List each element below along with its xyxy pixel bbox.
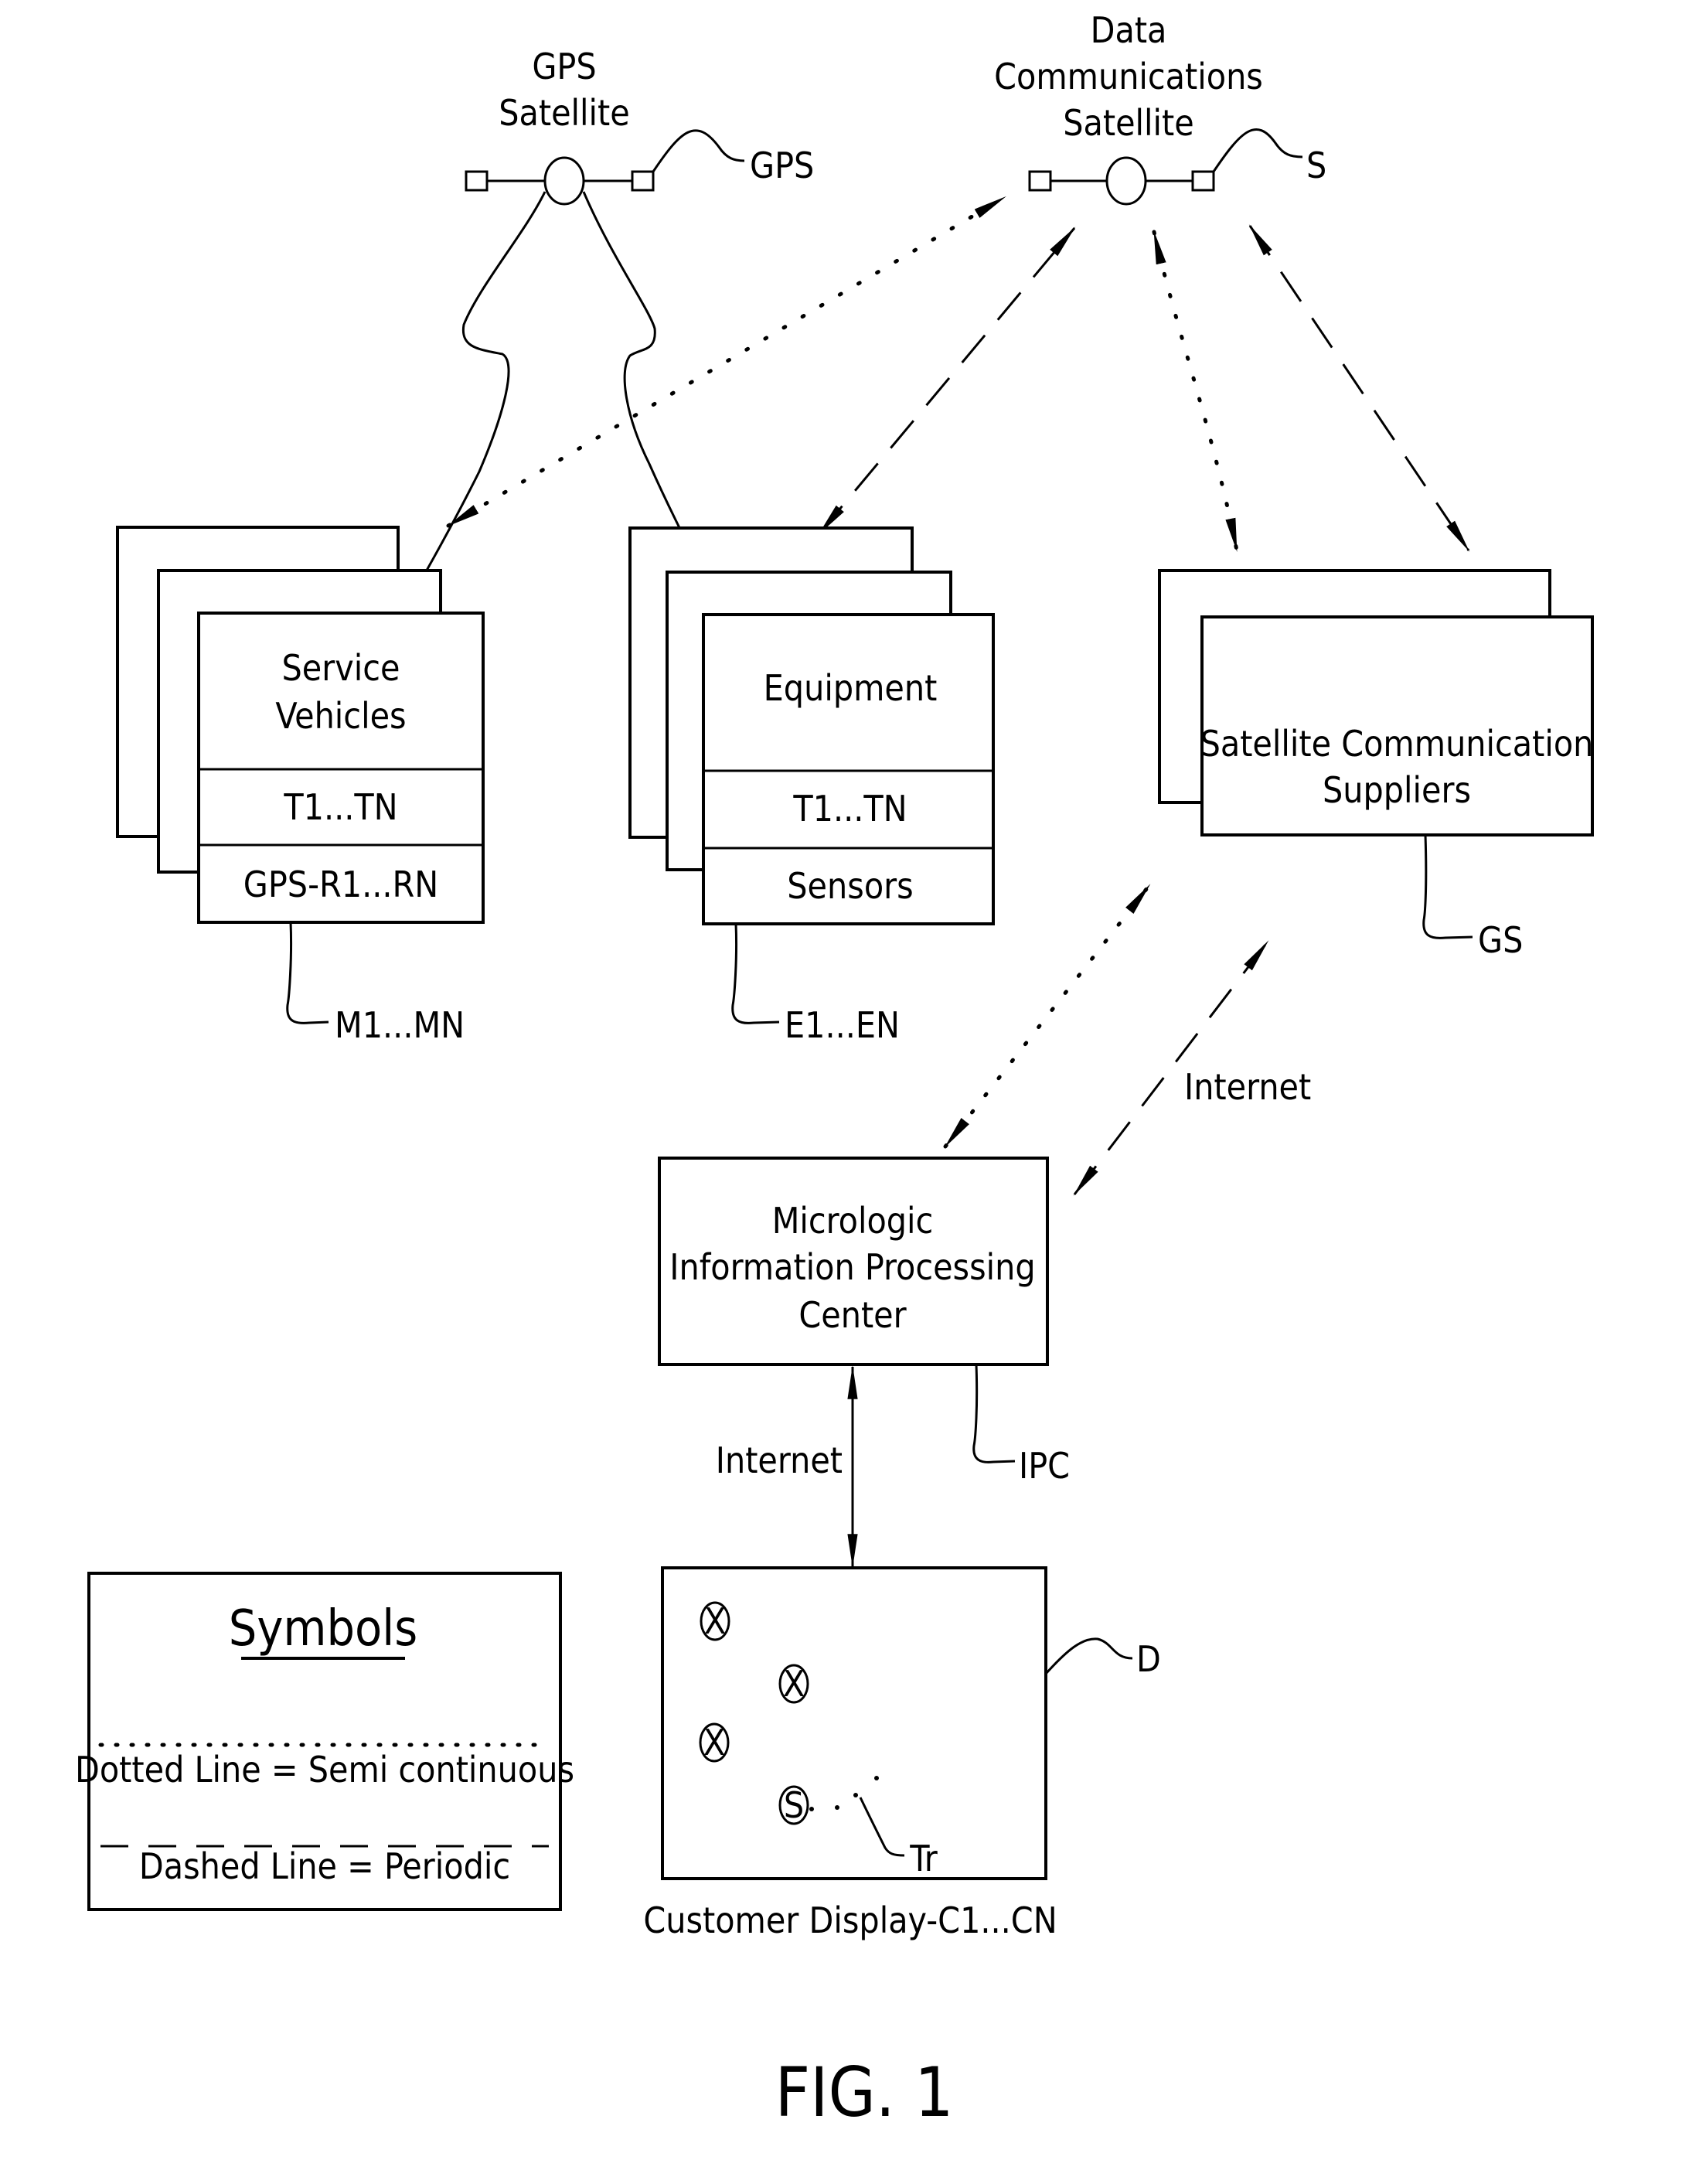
equipment-title: Equipment: [764, 667, 938, 709]
marker-s-icon: S: [784, 1784, 804, 1826]
sat-comm-suppliers-block: Satellite Communication Suppliers GS: [1158, 569, 1594, 961]
satellite-icon: [1028, 156, 1215, 206]
legend-title: Symbols: [229, 1600, 418, 1658]
figure-label: FIG. 1: [775, 2053, 954, 2132]
dashed-link-suppliers-satellite: [1248, 224, 1470, 552]
gs-ref-label: GS: [1478, 919, 1523, 961]
system-diagram: GPS Satellite GPS Data Communications Sa…: [75, 9, 1594, 2132]
e-ref-leader: [731, 923, 780, 1024]
d-ref-label: D: [1136, 1638, 1161, 1680]
gps-ref-leader: [652, 129, 745, 172]
m-ref-label: M1...MN: [335, 1004, 465, 1046]
gps-ref-label: GPS: [750, 145, 814, 186]
symbols-legend: Symbols Dotted Line = Semi continuous Da…: [75, 1572, 574, 1911]
s-ref-label: S: [1306, 145, 1326, 186]
gps-satellite-title-2: Satellite: [499, 92, 630, 134]
data-comm-title-3: Satellite: [1063, 102, 1194, 144]
ipc-block: Micrologic Information Processing Center…: [658, 1157, 1070, 1487]
customer-display-caption: Customer Display-C1...CN: [643, 1900, 1057, 1941]
m-ref-leader: [286, 922, 329, 1024]
ipc-ref-leader: [972, 1364, 1016, 1463]
gps-signal-to-vehicles: [393, 191, 546, 629]
equipment-block: Equipment T1...TN Sensors E1...EN: [628, 526, 995, 1046]
service-vehicles-title-2: Vehicles: [275, 695, 406, 737]
service-vehicles-gps-receivers: GPS-R1...RN: [243, 864, 438, 905]
vehicle-marker-2: X: [778, 1663, 809, 1705]
satellite-icon: [465, 156, 655, 206]
dotted-link-vehicles-satellite: [446, 195, 1007, 528]
data-comm-satellite: Data Communications Satellite S: [994, 9, 1326, 206]
service-vehicles-title-1: Service: [282, 647, 400, 689]
data-comm-title-2: Communications: [994, 56, 1263, 97]
vehicle-marker-3: X: [699, 1722, 730, 1763]
e-ref-label: E1...EN: [785, 1004, 900, 1046]
internet-label-ipc-display: Internet: [716, 1440, 843, 1481]
s-ref-leader: [1212, 128, 1303, 172]
internet-label-suppliers-ipc: Internet: [1184, 1066, 1311, 1108]
gps-satellite: GPS Satellite GPS: [465, 46, 814, 206]
service-vehicles-transmitters: T1...TN: [283, 786, 397, 828]
ipc-ref-label: IPC: [1019, 1445, 1070, 1487]
service-vehicles-block: Service Vehicles T1...TN GPS-R1...RN M1.…: [116, 526, 485, 1046]
marker-x-icon: X: [783, 1663, 805, 1705]
customer-display-block: X X X S Tr D Customer Display-C1...CN: [643, 1566, 1161, 1941]
gs-ref-leader: [1422, 834, 1473, 939]
vehicle-marker-1: X: [700, 1600, 730, 1642]
equipment-sensors: Sensors: [787, 865, 913, 907]
dashed-link-equipment-satellite: [818, 227, 1076, 535]
legend-dashed-text: Dashed Line = Periodic: [139, 1845, 510, 1887]
dotted-link-suppliers-satellite: [1152, 230, 1239, 553]
sat-comm-suppliers-title-1: Satellite Communication: [1200, 723, 1594, 765]
sat-comm-suppliers-title-2: Suppliers: [1323, 769, 1471, 811]
ipc-title-1: Micrologic: [772, 1200, 934, 1242]
ipc-title-2: Information Processing: [669, 1246, 1035, 1288]
d-ref-leader: [1044, 1637, 1133, 1675]
data-comm-title-1: Data: [1091, 9, 1167, 51]
service-marker: S: [778, 1784, 809, 1826]
gps-satellite-title-1: GPS: [532, 46, 596, 87]
equipment-transmitters: T1...TN: [792, 788, 907, 830]
marker-x-icon: X: [703, 1722, 725, 1763]
tr-ref-label: Tr: [909, 1838, 938, 1879]
marker-x-icon: X: [704, 1600, 726, 1642]
legend-dotted-text: Dotted Line = Semi continuous: [75, 1749, 574, 1790]
ipc-title-3: Center: [798, 1294, 907, 1336]
